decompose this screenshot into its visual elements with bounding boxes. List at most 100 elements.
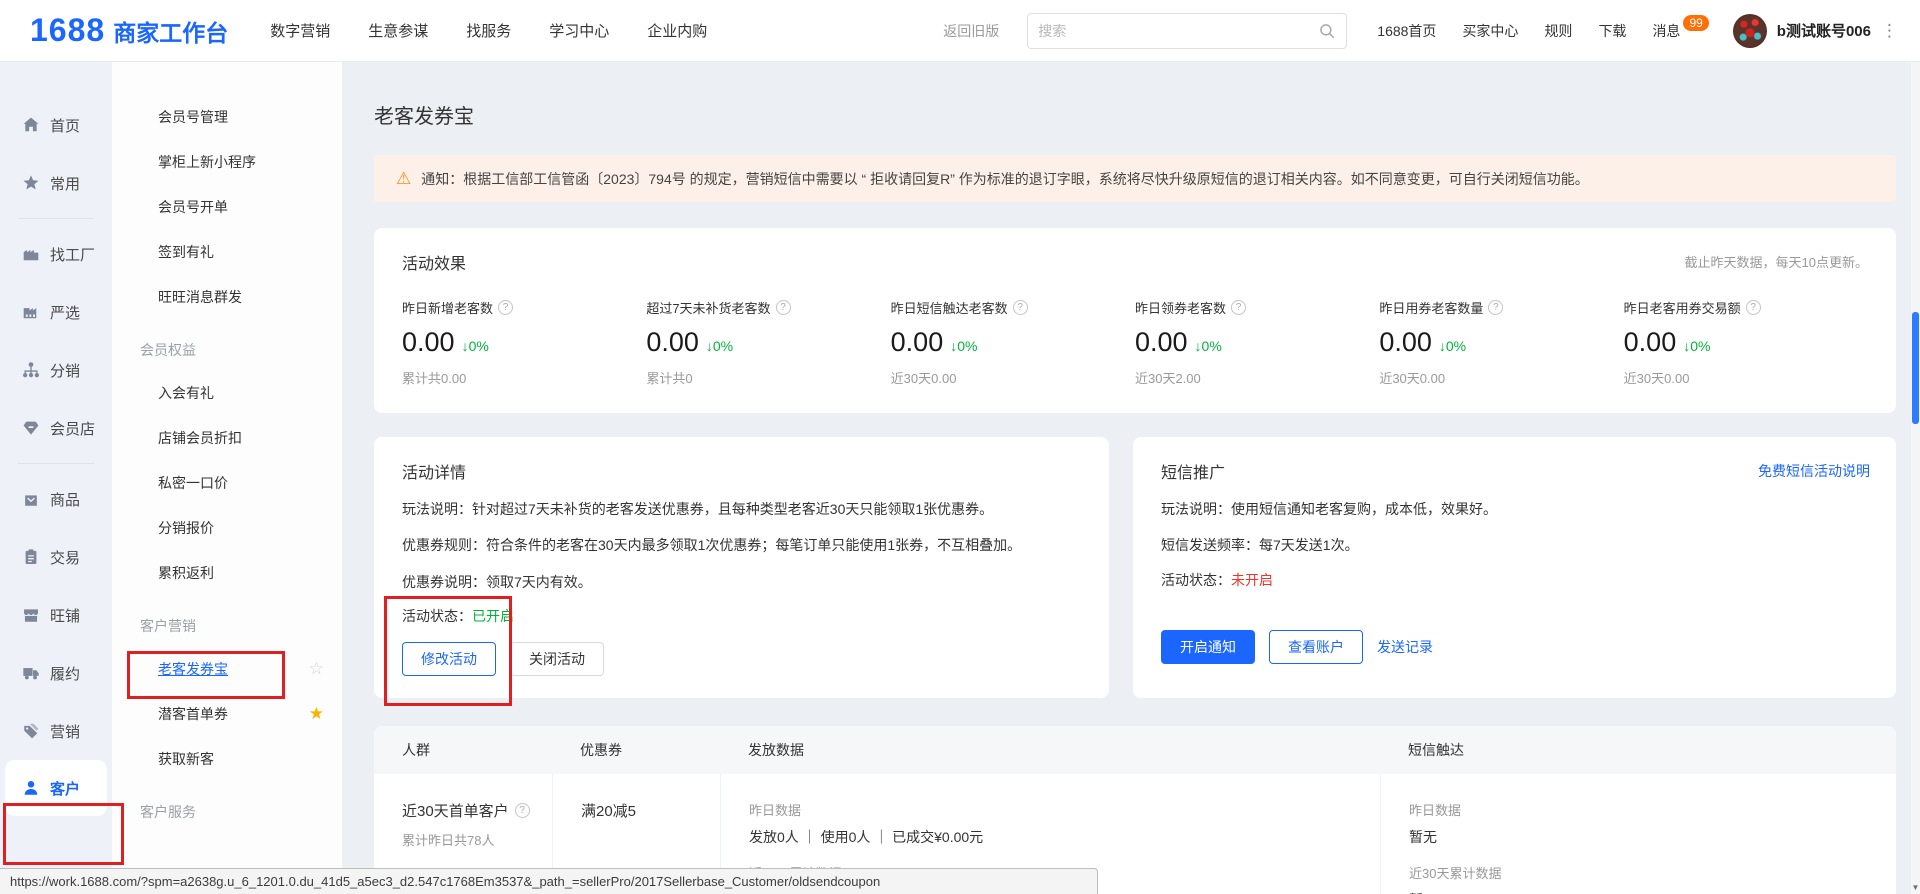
home-icon — [22, 116, 40, 134]
nav-enterprise-purchase[interactable]: 企业内购 — [647, 20, 707, 41]
sidebar-label: 客户 — [50, 778, 80, 799]
user-avatar[interactable] — [1733, 14, 1767, 48]
search-icon[interactable] — [1318, 22, 1336, 40]
help-icon[interactable]: ? — [1013, 300, 1028, 315]
enable-notification-button[interactable]: 开启通知 — [1161, 630, 1255, 664]
sidebar-item-customers[interactable]: 客户 — [5, 760, 107, 816]
sidebar-item-trade[interactable]: 交易 — [0, 528, 112, 586]
nav-learning-center[interactable]: 学习中心 — [549, 20, 609, 41]
stat-label: 昨日短信触达老客数 — [891, 298, 1008, 317]
sidebar-label: 严选 — [50, 302, 80, 323]
submenu-item-distribution-quote[interactable]: 分销报价 — [112, 505, 342, 550]
link-buyer-center[interactable]: 买家中心 — [1462, 21, 1518, 41]
link-1688-home[interactable]: 1688首页 — [1377, 21, 1436, 41]
submenu-item-old-customer-coupon[interactable]: 老客发券宝 ☆ — [112, 646, 342, 691]
stat-sub: 近30天0.00 — [891, 368, 1135, 387]
scrollbar-thumb[interactable] — [1912, 312, 1919, 424]
sidebar-item-fulfillment[interactable]: 履约 — [0, 644, 112, 702]
trend-down-indicator: ↓0% — [1683, 338, 1710, 354]
submenu-label: 分销报价 — [158, 518, 214, 538]
modify-activity-button[interactable]: 修改活动 — [402, 642, 496, 676]
issue-yesterday-value: 发放0人 ｜ 使用0人 ｜ 已成交¥0.00元 — [749, 827, 1380, 847]
favorite-star-filled-icon[interactable]: ★ — [309, 704, 324, 724]
stat-value: 0.00 — [1624, 327, 1677, 358]
crowd-name: 近30天首单客户 — [402, 800, 509, 821]
send-records-link[interactable]: 发送记录 — [1377, 637, 1433, 657]
col-header-issue-data: 发放数据 — [720, 740, 1380, 760]
sidebar-divider — [18, 218, 94, 219]
sidebar-item-member-store[interactable]: 会员店 — [0, 399, 112, 457]
submenu-item-shopkeeper-miniapp[interactable]: 掌柜上新小程序 — [112, 139, 342, 184]
nav-find-services[interactable]: 找服务 — [466, 20, 511, 41]
submenu-label: 潜客首单券 — [158, 704, 228, 724]
stat-card-new-customers: 昨日新增老客数? 0.00↓0% 累计共0.00 — [402, 298, 646, 387]
search-box[interactable] — [1027, 13, 1347, 49]
update-note: 截止昨天数据，每天10点更新。 — [1685, 252, 1868, 271]
view-account-button[interactable]: 查看账户 — [1269, 630, 1363, 664]
submenu-label: 老客发券宝 — [158, 659, 228, 679]
link-download[interactable]: 下载 — [1598, 21, 1626, 41]
person-icon — [22, 779, 40, 797]
logo-1688[interactable]: 1688 商家工作台 — [30, 12, 228, 49]
stat-label: 超过7天未补货老客数 — [646, 298, 770, 317]
sidebar-item-find-factory[interactable]: 找工厂 — [0, 225, 112, 283]
sms-30d-label: 近30天累计数据 — [1409, 863, 1896, 882]
stat-card-no-restock-7d: 超过7天未补货老客数? 0.00↓0% 累计共0 — [646, 298, 890, 387]
submenu-item-acquire-new-customers[interactable]: 获取新客 — [112, 736, 342, 781]
truck-icon — [22, 664, 40, 682]
stat-value: 0.00 — [646, 327, 699, 358]
submenu-item-cumulative-rebate[interactable]: 累积返利 — [112, 550, 342, 595]
favorite-star-icon[interactable]: ☆ — [309, 659, 324, 679]
sidebar-item-strict-selection[interactable]: 严选 — [0, 283, 112, 341]
link-rules[interactable]: 规则 — [1544, 21, 1572, 41]
help-icon[interactable]: ? — [776, 300, 791, 315]
submenu-label: 私密一口价 — [158, 473, 228, 493]
sidebar-label: 首页 — [50, 115, 80, 136]
submenu-item-new-customer-first-coupon[interactable]: 潜客首单券 ★ — [112, 691, 342, 736]
logo-text: 商家工作台 — [113, 14, 228, 48]
close-activity-button[interactable]: 关闭活动 — [510, 642, 604, 676]
scrollbar-down-arrow[interactable]: ▼ — [1911, 883, 1920, 892]
submenu-header-member-benefits: 会员权益 — [112, 330, 342, 370]
sidebar-item-products[interactable]: 商品 — [0, 470, 112, 528]
stat-label: 昨日用券老客数量 — [1379, 298, 1483, 317]
submenu-label: 会员号管理 — [158, 107, 228, 127]
sidebar-item-favorites[interactable]: 常用 — [0, 154, 112, 212]
sidebar-item-shop[interactable]: 旺铺 — [0, 586, 112, 644]
nav-digital-marketing[interactable]: 数字营销 — [270, 20, 330, 41]
nav-business-advisor[interactable]: 生意参谋 — [368, 20, 428, 41]
submenu-item-join-gift[interactable]: 入会有礼 — [112, 370, 342, 415]
col-header-sms-reach: 短信触达 — [1380, 740, 1896, 760]
help-icon[interactable]: ? — [515, 803, 530, 818]
submenu-item-private-price[interactable]: 私密一口价 — [112, 460, 342, 505]
sidebar-label: 营销 — [50, 721, 80, 742]
back-to-old-link[interactable]: 返回旧版 — [943, 21, 999, 41]
sms-yesterday-value: 暂无 — [1409, 827, 1896, 847]
submenu-label: 签到有礼 — [158, 242, 214, 262]
sidebar-item-distribution[interactable]: 分销 — [0, 341, 112, 399]
username[interactable]: b测试账号006 — [1777, 20, 1871, 41]
help-icon[interactable]: ? — [1488, 300, 1503, 315]
free-sms-help-link[interactable]: 免费短信活动说明 — [1758, 461, 1870, 481]
submenu-item-member-id-mgmt[interactable]: 会员号管理 — [112, 94, 342, 139]
sms-30d-value: 暂无 — [1409, 890, 1896, 894]
submenu-item-member-billing[interactable]: 会员号开单 — [112, 184, 342, 229]
sidebar-item-home[interactable]: 首页 — [0, 96, 112, 154]
help-icon[interactable]: ? — [1746, 300, 1761, 315]
help-icon[interactable]: ? — [1231, 300, 1246, 315]
sms-promotion-card: 短信推广 免费短信活动说明 玩法说明：使用短信通知老客复购，成本低，效果好。 短… — [1133, 437, 1896, 698]
trend-down-indicator: ↓0% — [706, 338, 733, 354]
help-icon[interactable]: ? — [498, 300, 513, 315]
submenu-item-checkin-gift[interactable]: 签到有礼 — [112, 229, 342, 274]
search-input[interactable] — [1038, 23, 1318, 39]
effects-card: 活动效果 截止昨天数据，每天10点更新。 昨日新增老客数? 0.00↓0% 累计… — [374, 228, 1896, 413]
warning-icon: ⚠ — [396, 170, 411, 187]
submenu-item-member-discount[interactable]: 店铺会员折扣 — [112, 415, 342, 460]
scrollbar-track[interactable]: ▼ — [1911, 62, 1920, 894]
submenu-item-wangwang-broadcast[interactable]: 旺旺消息群发 — [112, 274, 342, 319]
sidebar-item-marketing[interactable]: 营销 — [0, 702, 112, 760]
link-messages[interactable]: 消息 99 — [1652, 21, 1708, 41]
more-menu-icon[interactable]: ⋮ — [1881, 21, 1898, 41]
stat-card-coupon-claimed: 昨日领券老客数? 0.00↓0% 近30天2.00 — [1135, 298, 1379, 387]
submenu-label: 店铺会员折扣 — [158, 428, 242, 448]
